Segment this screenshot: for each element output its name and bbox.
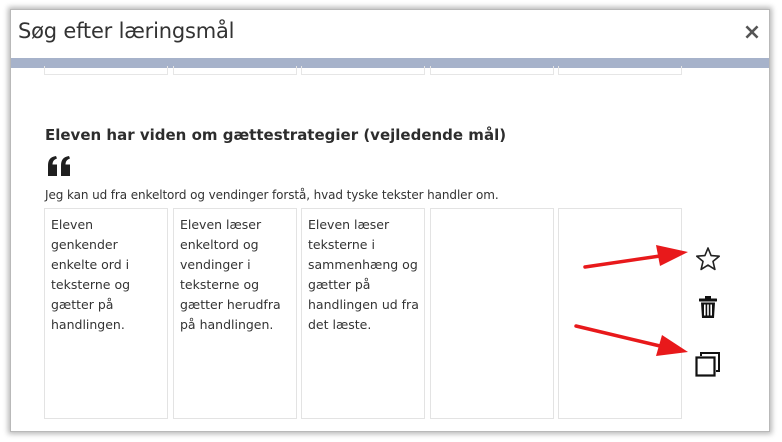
goal-description: Jeg kan ud fra enkeltord og vendinger fo… <box>45 188 499 202</box>
star-icon <box>695 247 721 271</box>
previous-level-cell <box>173 66 297 75</box>
delete-button[interactable] <box>698 295 718 319</box>
previous-level-cell <box>44 66 168 75</box>
search-learning-goals-dialog: Søg efter læringsmål × Eleven har viden … <box>10 9 770 432</box>
previous-goal-row <box>44 66 684 76</box>
trash-icon <box>699 296 717 318</box>
previous-level-cell <box>430 66 554 75</box>
previous-level-cell <box>301 66 425 75</box>
level-cell-2[interactable]: Eleven læser enkeltord og vendinger i te… <box>173 208 297 419</box>
goal-heading: Eleven har viden om gættestrategier (vej… <box>45 126 507 144</box>
dialog-title: Søg efter læringsmål <box>18 19 235 43</box>
quote-icon <box>48 156 70 176</box>
copy-button[interactable] <box>694 350 722 378</box>
level-cell-3[interactable]: Eleven læser teksterne i sammenhæng og g… <box>301 208 425 419</box>
level-cell-1[interactable]: Eleven genkender enkelte ord i teksterne… <box>44 208 168 419</box>
level-cell-5[interactable] <box>558 208 682 419</box>
previous-level-cell <box>558 66 682 75</box>
dialog-titlebar: Søg efter læringsmål × <box>11 10 769 58</box>
close-button[interactable]: × <box>741 21 763 45</box>
dialog-content: Eleven har viden om gættestrategier (vej… <box>11 66 769 431</box>
goal-levels-grid: Eleven genkender enkelte ord i teksterne… <box>44 208 684 419</box>
level-cell-4[interactable] <box>430 208 554 419</box>
favorite-button[interactable] <box>695 246 721 272</box>
copy-icon <box>695 352 720 377</box>
